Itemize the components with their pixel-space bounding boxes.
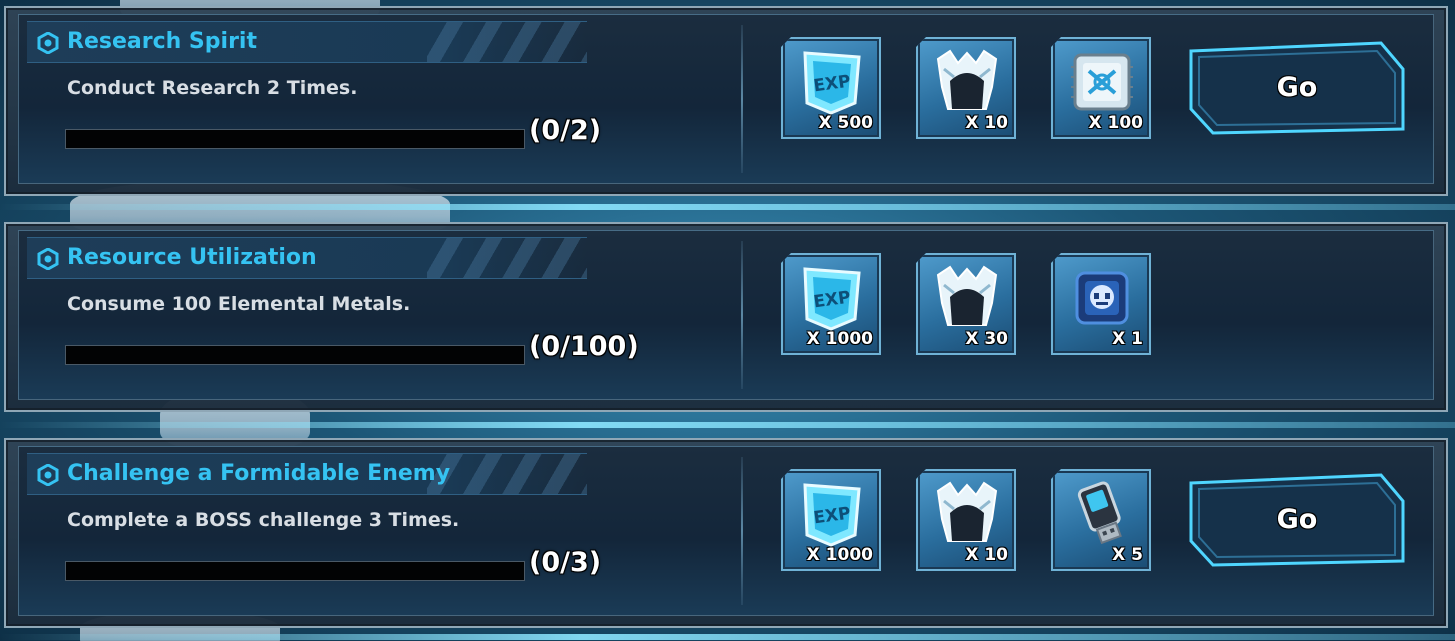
hexagon-bullet-icon bbox=[37, 32, 59, 54]
card-divider bbox=[741, 457, 743, 605]
exp-chip-icon: EXP bbox=[803, 483, 861, 547]
quest-title-bar: Research Spirit bbox=[27, 21, 587, 63]
go-button[interactable]: Go bbox=[1189, 41, 1405, 135]
quest-card-body: Research Spirit Conduct Research 2 Times… bbox=[18, 14, 1434, 184]
quest-title-bar: Resource Utilization bbox=[27, 237, 587, 279]
reward-item[interactable]: X 100 bbox=[1051, 37, 1151, 139]
quest-title-bar: Challenge a Formidable Enemy bbox=[27, 453, 587, 495]
reward-quantity: X 5 bbox=[1112, 545, 1143, 565]
reward-item[interactable]: EXP X 1000 bbox=[781, 469, 881, 571]
card-divider bbox=[741, 241, 743, 389]
reward-item[interactable]: EXP X 1000 bbox=[781, 253, 881, 355]
quest-card: Resource Utilization Consume 100 Element… bbox=[4, 222, 1448, 412]
reward-item[interactable]: X 10 bbox=[916, 469, 1016, 571]
exp-chip-icon: EXP bbox=[803, 51, 861, 115]
reward-quantity: X 10 bbox=[965, 113, 1008, 133]
reward-quantity: X 30 bbox=[965, 329, 1008, 349]
quest-card-body: Resource Utilization Consume 100 Element… bbox=[18, 230, 1434, 400]
circuit-chip-icon bbox=[1071, 53, 1133, 111]
background-glow bbox=[0, 422, 1455, 428]
reward-quantity: X 1000 bbox=[806, 545, 873, 565]
helmet-armor-icon bbox=[936, 481, 998, 542]
reward-quantity: X 10 bbox=[965, 545, 1008, 565]
progress-bar bbox=[65, 129, 525, 149]
quest-card: Challenge a Formidable Enemy Complete a … bbox=[4, 438, 1448, 628]
background-glow bbox=[0, 634, 1455, 640]
go-button-label: Go bbox=[1276, 72, 1318, 103]
go-button[interactable]: Go bbox=[1189, 473, 1405, 567]
progress-bar bbox=[65, 561, 525, 581]
quest-title: Research Spirit bbox=[67, 29, 257, 54]
reward-item[interactable]: EXP X 500 bbox=[781, 37, 881, 139]
card-divider bbox=[741, 25, 743, 173]
quest-title: Resource Utilization bbox=[67, 245, 317, 270]
robot-face-cube-icon bbox=[1075, 271, 1129, 325]
reward-item[interactable]: X 30 bbox=[916, 253, 1016, 355]
hexagon-bullet-icon bbox=[37, 248, 59, 270]
usb-drive-icon bbox=[1077, 481, 1122, 545]
quest-title: Challenge a Formidable Enemy bbox=[67, 461, 451, 486]
quest-description: Complete a BOSS challenge 3 Times. bbox=[67, 509, 460, 531]
reward-item[interactable]: X 5 bbox=[1051, 469, 1151, 571]
background-glow bbox=[0, 204, 1455, 210]
quest-description: Conduct Research 2 Times. bbox=[67, 77, 358, 99]
reward-item[interactable]: X 10 bbox=[916, 37, 1016, 139]
reward-item[interactable]: X 1 bbox=[1051, 253, 1151, 355]
progress-count: (0/2) bbox=[529, 115, 602, 146]
quest-card-body: Challenge a Formidable Enemy Complete a … bbox=[18, 446, 1434, 616]
quest-card: Research Spirit Conduct Research 2 Times… bbox=[4, 6, 1448, 196]
quest-description: Consume 100 Elemental Metals. bbox=[67, 293, 411, 315]
helmet-armor-icon bbox=[936, 265, 998, 326]
hexagon-bullet-icon bbox=[37, 464, 59, 486]
helmet-armor-icon bbox=[936, 49, 998, 110]
go-button-label: Go bbox=[1276, 504, 1318, 535]
reward-quantity: X 1000 bbox=[806, 329, 873, 349]
reward-quantity: X 100 bbox=[1088, 113, 1143, 133]
exp-chip-icon: EXP bbox=[803, 267, 861, 331]
reward-quantity: X 1 bbox=[1112, 329, 1143, 349]
progress-bar bbox=[65, 345, 525, 365]
reward-quantity: X 500 bbox=[818, 113, 873, 133]
progress-count: (0/3) bbox=[529, 547, 602, 578]
progress-count: (0/100) bbox=[529, 331, 639, 362]
